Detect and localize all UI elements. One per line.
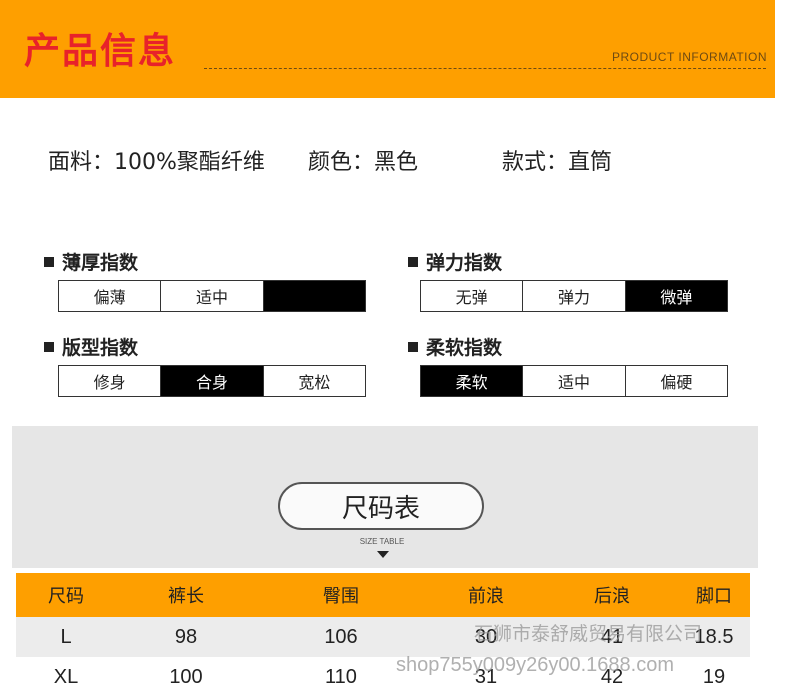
size-table-subtitle: SIZE TABLE [359, 537, 405, 546]
watermark-company: 石狮市泰舒威贸易有限公司 [474, 624, 703, 645]
header-cell-size: 尺码 [48, 586, 84, 607]
softness-index-scale: 柔软 适中 偏硬 [420, 365, 728, 397]
index-title-label: 柔软指数 [426, 337, 503, 359]
fabric-info: 面料：100%聚酯纤维 [48, 150, 265, 175]
elasticity-index-scale: 无弹 弹力 微弹 [420, 280, 728, 312]
scale-option: 修身 [59, 366, 162, 396]
fit-index-scale: 修身 合身 宽松 [58, 365, 366, 397]
bullet-square-icon [44, 256, 54, 267]
table-cell: 19 [702, 665, 726, 688]
watermark-shop-url: shop755y009y26y00.1688.com [396, 654, 674, 676]
header-cell-leg-opening: 脚口 [696, 586, 732, 607]
scale-option: 偏薄 [59, 281, 162, 311]
color-info: 颜色：黑色 [308, 150, 419, 175]
scale-option [263, 281, 365, 311]
bullet-square-icon [44, 341, 54, 352]
table-cell: XL [53, 665, 79, 688]
thickness-index-title: 薄厚指数 [44, 248, 138, 275]
scale-option: 适中 [523, 366, 626, 396]
table-cell: 98 [174, 625, 198, 648]
page-subtitle: PRODUCT INFORMATION [611, 50, 767, 64]
scale-option: 宽松 [298, 373, 331, 392]
scale-option: 弹力 [523, 281, 626, 311]
header-cell-back-rise: 后浪 [594, 586, 630, 607]
scale-option: 柔软 [421, 366, 524, 396]
table-cell: L [60, 625, 72, 648]
scale-option: 无弹 [421, 281, 524, 311]
bullet-square-icon [408, 256, 418, 267]
scale-option: 偏硬 [660, 373, 693, 392]
fit-index-title: 版型指数 [44, 333, 138, 360]
scale-option: 适中 [161, 281, 264, 311]
header-cell-front-rise: 前浪 [468, 586, 504, 607]
table-cell: 100 [169, 665, 203, 688]
thickness-index-scale: 偏薄 适中 [58, 280, 366, 312]
elasticity-index-title: 弹力指数 [408, 248, 502, 275]
index-title-label: 版型指数 [62, 337, 139, 359]
bullet-square-icon [408, 341, 418, 352]
scale-option: 合身 [161, 366, 264, 396]
header-cell-length: 裤长 [168, 586, 204, 607]
down-triangle-icon [377, 551, 389, 558]
page-title: 产品信息 [24, 31, 177, 72]
header-dashed-line [204, 68, 766, 69]
header-cell-hip: 臀围 [323, 586, 359, 607]
size-table-title: 尺码表 [278, 482, 484, 530]
softness-index-title: 柔软指数 [408, 333, 502, 360]
index-title-label: 薄厚指数 [62, 252, 139, 274]
size-table-header: 尺码 裤长 臀围 前浪 后浪 脚口 [16, 573, 750, 617]
header-banner: 产品信息 PRODUCT INFORMATION [0, 0, 775, 98]
table-cell: 106 [324, 625, 358, 648]
style-info: 款式：直筒 [502, 150, 613, 175]
index-title-label: 弹力指数 [426, 252, 503, 274]
scale-option: 微弹 [625, 281, 727, 311]
